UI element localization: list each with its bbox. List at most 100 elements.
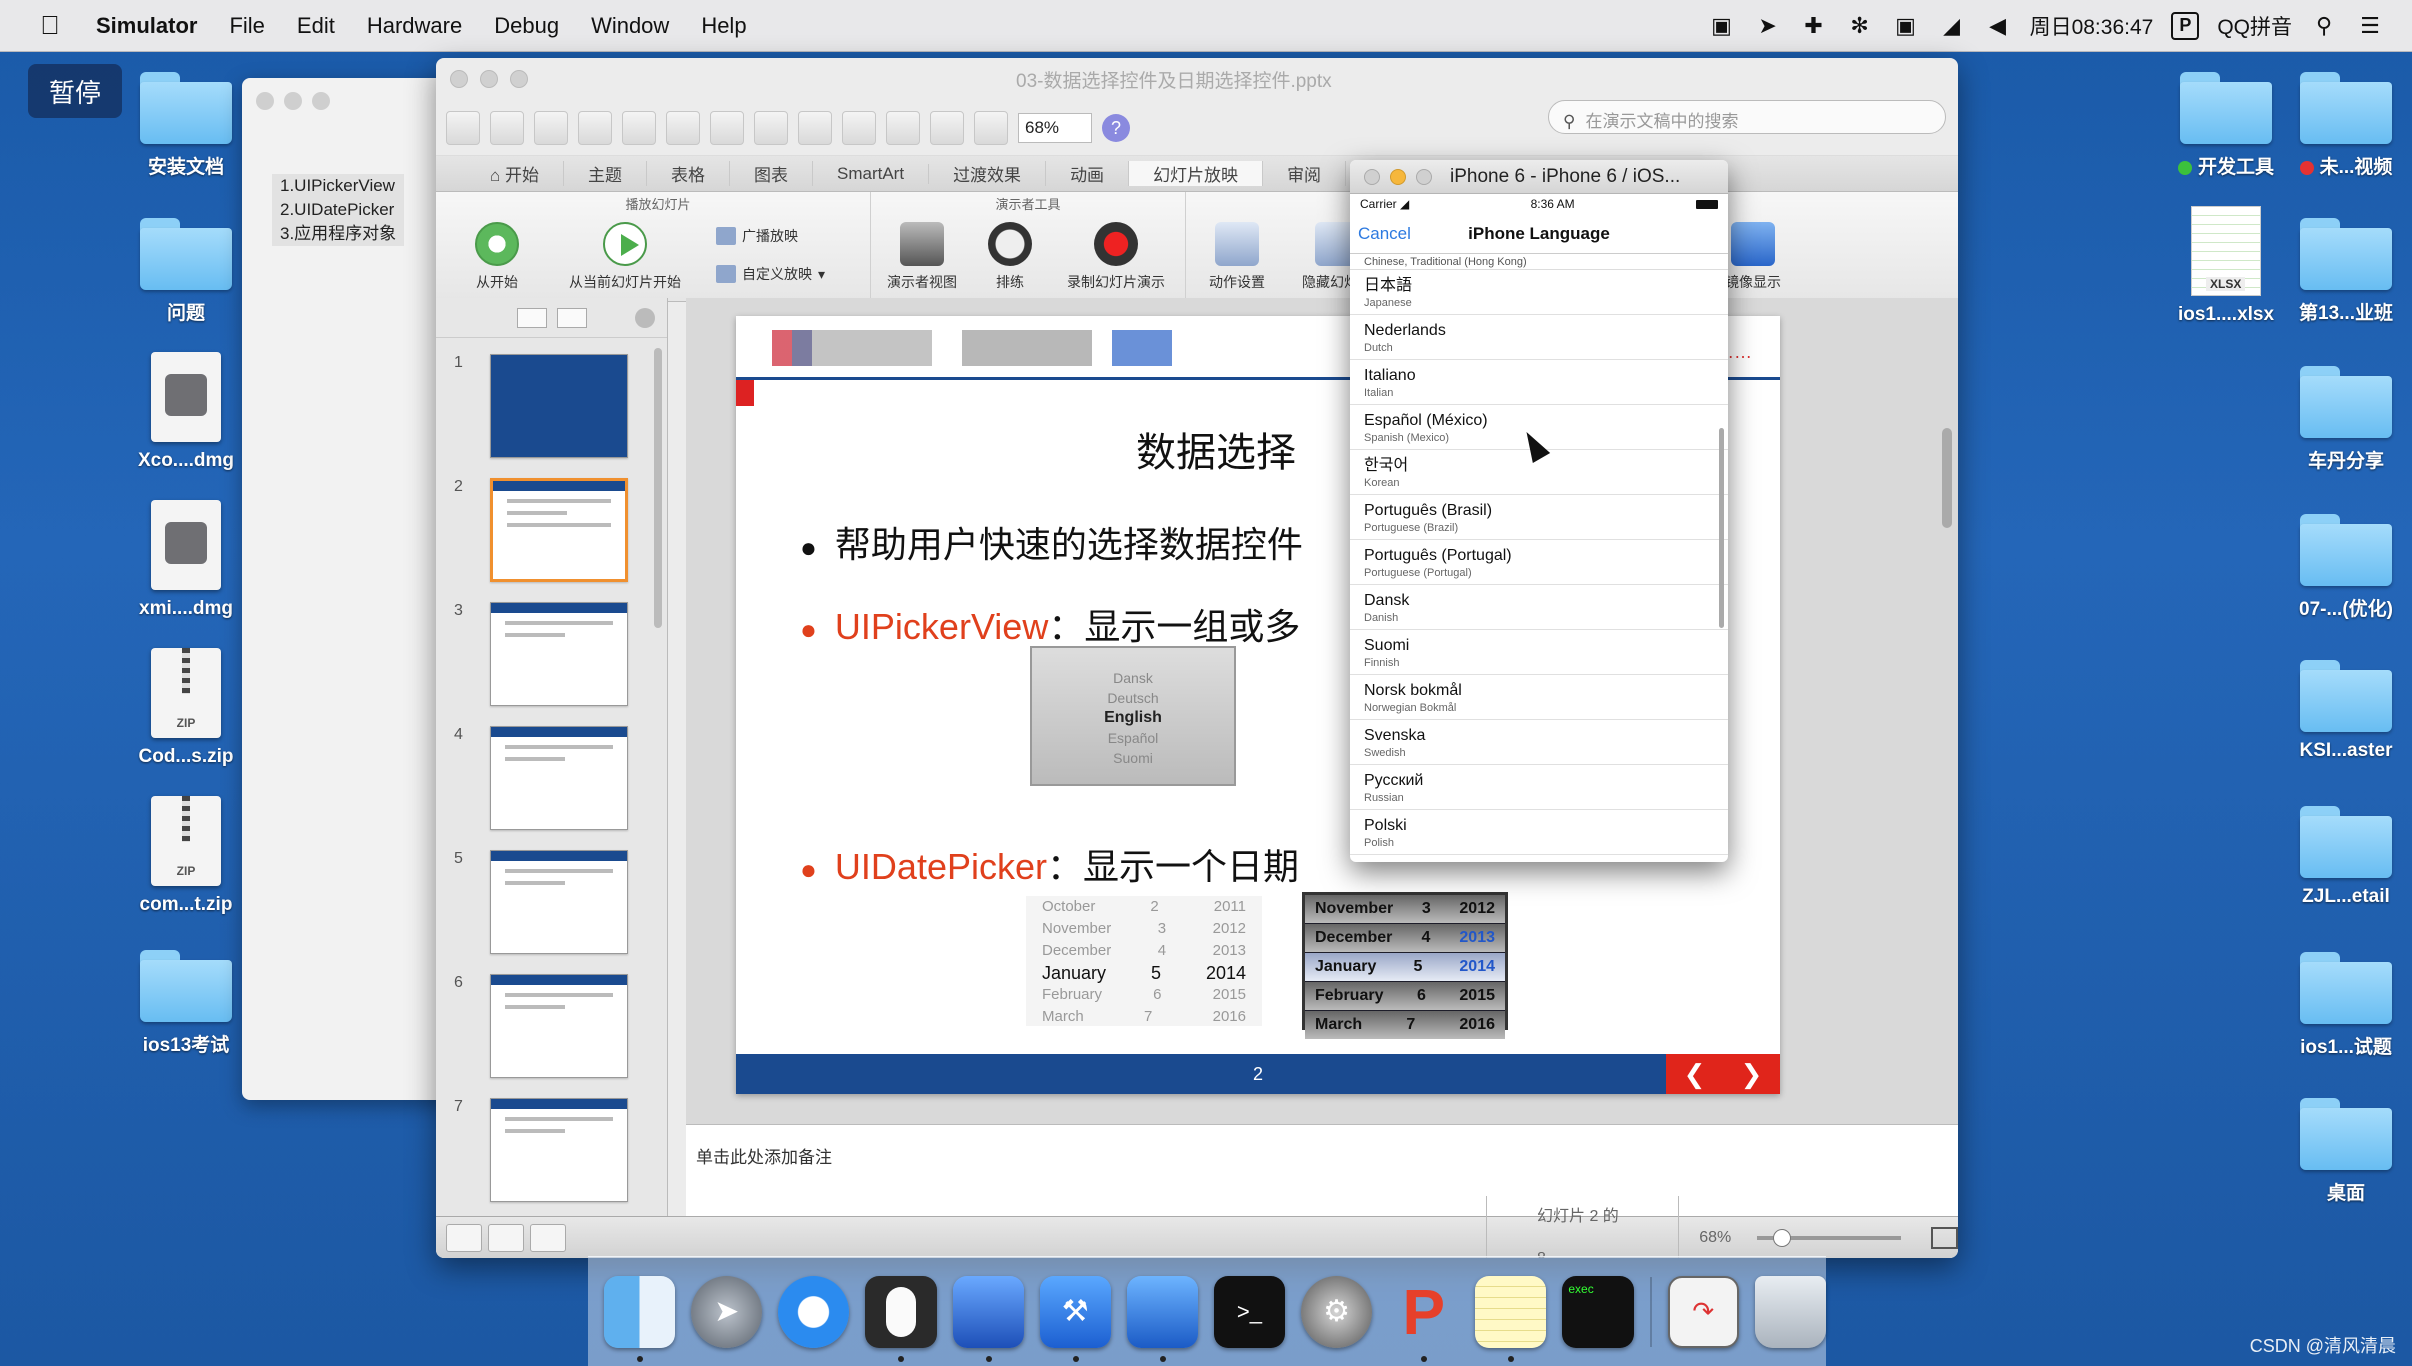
iphone-simulator-window[interactable]: iPhone 6 - iPhone 6 / iOS... Carrier ◢ 8… bbox=[1350, 160, 1728, 862]
from-current-button[interactable]: 从当前幻灯片开始 bbox=[560, 216, 690, 301]
presenter-view-icon[interactable] bbox=[530, 1223, 566, 1252]
bluetooth-icon[interactable]: ✻ bbox=[1846, 12, 1874, 40]
presenter-view-button[interactable]: 演示者视图 bbox=[885, 216, 959, 301]
minimize-icon[interactable] bbox=[480, 70, 498, 88]
slide-thumbnail[interactable] bbox=[490, 602, 628, 706]
terminal-icon[interactable]: >_ bbox=[1213, 1275, 1285, 1348]
outline-item[interactable]: 1.UIPickerView bbox=[272, 174, 405, 198]
location-arrow-icon[interactable]: ➤ bbox=[1754, 12, 1782, 40]
tab-transitions[interactable]: 过渡效果 bbox=[929, 161, 1047, 186]
custom-show-button[interactable]: 自定义放映 ▾ bbox=[716, 264, 856, 284]
open-icon[interactable] bbox=[534, 110, 568, 145]
print-icon[interactable] bbox=[622, 110, 656, 145]
spotlight-search-icon[interactable]: ⚲ bbox=[2310, 12, 2338, 40]
desktop-icon-folder[interactable]: ios1...试题 bbox=[2266, 952, 2412, 1059]
chevron-left-icon[interactable]: ❮ bbox=[1684, 1059, 1706, 1090]
list-item[interactable]: Chinese, Traditional (Hong Kong) bbox=[1350, 254, 1728, 270]
xcode-icon[interactable]: ⚒ bbox=[1039, 1275, 1111, 1362]
tab-smartart[interactable]: SmartArt bbox=[813, 163, 930, 184]
trash-icon[interactable] bbox=[1754, 1275, 1826, 1348]
cut-icon[interactable] bbox=[666, 110, 700, 145]
wifi-icon[interactable]: ◢ bbox=[1938, 12, 1966, 40]
menu-app-simulator[interactable]: Simulator bbox=[80, 13, 213, 39]
fit-window-icon[interactable] bbox=[1931, 1226, 1958, 1249]
search-field[interactable]: ⚲ 在演示文稿中的搜索 bbox=[1548, 100, 1946, 134]
menu-edit[interactable]: Edit bbox=[281, 13, 351, 39]
launchpad-icon[interactable]: ➤ bbox=[691, 1275, 763, 1348]
close-icon[interactable] bbox=[1364, 168, 1380, 185]
system-preferences-icon[interactable]: ⚙ bbox=[1301, 1275, 1373, 1348]
zoom-icon[interactable] bbox=[1416, 168, 1432, 185]
lock-icon[interactable]: ▣ bbox=[1892, 12, 1920, 40]
notes-icon[interactable] bbox=[1475, 1275, 1547, 1362]
zoom-slider[interactable] bbox=[1757, 1228, 1901, 1247]
copy-icon[interactable] bbox=[710, 110, 744, 145]
save-icon[interactable] bbox=[578, 110, 612, 145]
video-camera-icon[interactable]: ▣ bbox=[1708, 12, 1736, 40]
slide-thumbnail-selected[interactable] bbox=[490, 478, 628, 582]
navigator-scrollbar[interactable] bbox=[654, 348, 662, 628]
tab-slide-show[interactable]: 幻灯片放映 bbox=[1129, 161, 1264, 186]
ime-name[interactable]: QQ拼音 bbox=[2217, 11, 2292, 41]
from-start-button[interactable]: 从开始 bbox=[460, 216, 534, 301]
desktop-icon-folder[interactable]: KSI...aster bbox=[2266, 660, 2412, 762]
stage-scrollbar[interactable] bbox=[1942, 428, 1952, 528]
exec-icon[interactable]: exec bbox=[1562, 1275, 1634, 1348]
tab-themes[interactable]: 主题 bbox=[564, 161, 647, 186]
sorter-view-icon[interactable] bbox=[488, 1223, 524, 1252]
minimize-icon[interactable] bbox=[1390, 168, 1406, 185]
menu-window[interactable]: Window bbox=[575, 13, 685, 39]
list-item[interactable]: Italiano Italian bbox=[1350, 360, 1728, 405]
close-navigator-icon[interactable] bbox=[635, 308, 655, 328]
slide-thumbnail[interactable] bbox=[490, 354, 628, 458]
zoom-icon[interactable] bbox=[510, 70, 528, 88]
rehearse-button[interactable]: 排练 bbox=[985, 216, 1035, 301]
list-item[interactable]: Português (Portugal) Portuguese (Portugal… bbox=[1350, 540, 1728, 585]
tab-animations[interactable]: 动画 bbox=[1046, 161, 1130, 186]
menu-hardware[interactable]: Hardware bbox=[351, 13, 478, 39]
zoom-icon[interactable] bbox=[312, 92, 330, 110]
list-item[interactable]: Svenska Swedish bbox=[1350, 720, 1728, 765]
list-item[interactable]: Português (Brasil) Portuguese (Brazil) bbox=[1350, 495, 1728, 540]
tab-home[interactable]: ⌂ 开始 bbox=[466, 161, 564, 186]
list-scrollbar[interactable] bbox=[1719, 428, 1724, 628]
desktop-icon-folder[interactable]: 车丹分享 bbox=[2266, 366, 2412, 473]
new-icon[interactable] bbox=[446, 110, 480, 145]
notification-list-icon[interactable]: ☰ bbox=[2356, 12, 2384, 40]
menu-clock[interactable]: 周日08:36:47 bbox=[2030, 11, 2154, 41]
outline-item[interactable]: 2.UIDatePicker bbox=[272, 198, 405, 222]
desktop-icon-folder[interactable]: 未...视频 bbox=[2266, 72, 2412, 179]
sidebar-icon[interactable] bbox=[930, 110, 964, 145]
dvd-player-icon[interactable] bbox=[952, 1275, 1024, 1362]
tab-charts[interactable]: 图表 bbox=[730, 161, 813, 186]
desktop-icon-folder[interactable]: ZJL...etail bbox=[2266, 806, 2412, 908]
powerpoint-icon[interactable]: P bbox=[1388, 1276, 1459, 1362]
slide-thumbnail[interactable] bbox=[490, 974, 628, 1078]
slide-navigator[interactable]: 1 2 3 4 5 6 7 bbox=[436, 298, 668, 1218]
slide-thumbnail[interactable] bbox=[490, 726, 628, 830]
normal-view-icon[interactable] bbox=[446, 1223, 482, 1252]
media-icon[interactable] bbox=[974, 110, 1008, 145]
language-list[interactable]: Chinese, Traditional (Hong Kong) 日本語 Japa… bbox=[1350, 254, 1728, 862]
volume-icon[interactable]: ◀ bbox=[1984, 12, 2012, 40]
finder-icon[interactable] bbox=[604, 1275, 676, 1362]
desktop-icon-folder[interactable]: 桌面 bbox=[2266, 1098, 2412, 1205]
mouse-app-icon[interactable] bbox=[865, 1275, 937, 1362]
notes-pane[interactable]: 单击此处添加备注 bbox=[686, 1124, 1958, 1216]
safari-icon[interactable] bbox=[778, 1275, 850, 1348]
instruments-icon[interactable] bbox=[1126, 1275, 1198, 1362]
outline-item[interactable]: 3.应用程序对象 bbox=[272, 222, 405, 246]
powerpoint-window[interactable]: 03-数据选择控件及日期选择控件.pptx 68% ? ⚲ 在演示文稿中的搜索 ⌂… bbox=[436, 58, 1958, 1258]
format-painter-icon[interactable] bbox=[798, 110, 832, 145]
slide-stage[interactable]: 在行动…… 数据选择 ●帮助用户快速的选择数据控件 ●UIPickerView：… bbox=[686, 298, 1958, 1138]
slide-thumbnail[interactable] bbox=[490, 1098, 628, 1202]
thumbnail-view-icon[interactable] bbox=[516, 307, 547, 328]
close-icon[interactable] bbox=[450, 70, 468, 88]
menu-debug[interactable]: Debug bbox=[478, 13, 575, 39]
paste-icon[interactable] bbox=[754, 110, 788, 145]
list-item[interactable]: Norsk bokmål Norwegian Bokmål bbox=[1350, 675, 1728, 720]
chevron-right-icon[interactable]: ❯ bbox=[1741, 1059, 1763, 1090]
list-item[interactable]: Polski Polish bbox=[1350, 810, 1728, 855]
action-settings-button[interactable]: 动作设置 bbox=[1200, 216, 1274, 301]
list-item[interactable]: Русский Russian bbox=[1350, 765, 1728, 810]
